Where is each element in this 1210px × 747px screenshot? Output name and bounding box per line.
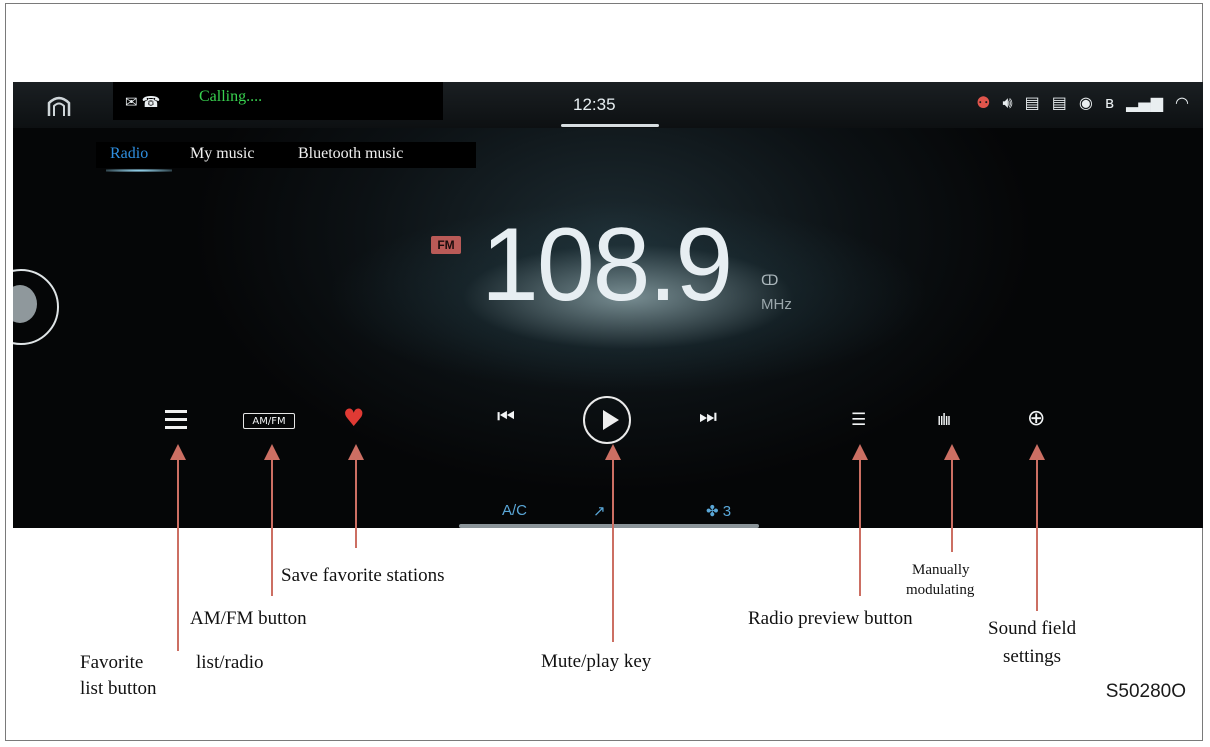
- fan-level: 3: [722, 503, 732, 520]
- usb-icon: ▤: [1051, 93, 1067, 112]
- bluetooth-icon: ʙ: [1104, 93, 1115, 112]
- arrow-play: [605, 444, 621, 642]
- band-badge: FM: [431, 236, 461, 254]
- arrow-save: [348, 444, 364, 548]
- label-radio-preview: Radio preview button: [748, 608, 913, 629]
- pull-down-handle[interactable]: [561, 124, 659, 127]
- ac-button[interactable]: A/C: [502, 502, 527, 519]
- amfm-button[interactable]: AM/FM: [243, 413, 295, 429]
- fan-speed[interactable]: ✤ 3: [706, 502, 731, 520]
- calling-status[interactable]: Calling....: [199, 88, 262, 106]
- signal-icon: ▂▄▆: [1126, 93, 1164, 112]
- arrow-manual: [944, 444, 960, 552]
- volume-icon: 🔊︎: [1002, 93, 1013, 112]
- previous-icon[interactable]: ⏮: [497, 404, 515, 428]
- tab-radio[interactable]: Radio: [110, 145, 148, 163]
- climate-bar[interactable]: [459, 524, 759, 528]
- arrow-preview: [852, 444, 868, 596]
- arrow-amfm: [264, 444, 280, 596]
- play-button[interactable]: [583, 396, 631, 444]
- label-sound-2: settings: [1003, 646, 1062, 667]
- side-widget-button[interactable]: [13, 269, 59, 345]
- next-icon[interactable]: ⏭: [699, 404, 717, 428]
- missed-call-icon[interactable]: ☎: [142, 93, 165, 111]
- frequency-unit: MHz: [761, 296, 792, 313]
- fan-icon: ✤: [706, 503, 719, 520]
- sound-field-icon[interactable]: ⊕: [1027, 406, 1045, 431]
- tab-bluetooth-music[interactable]: Bluetooth music: [298, 145, 403, 163]
- source-tabs: Radio My music Bluetooth music: [96, 142, 476, 168]
- person-icon: ⚉: [976, 93, 991, 112]
- figure-code: S50280O: [1105, 681, 1186, 702]
- arrow-sound: [1029, 444, 1045, 611]
- clock: 12:35: [573, 95, 616, 114]
- widget-avatar: [13, 285, 37, 323]
- home-icon[interactable]: [46, 92, 72, 118]
- usb-icon: ▤: [1024, 93, 1040, 112]
- arrow-favorite: [170, 444, 186, 651]
- radio-preview-icon[interactable]: ☰: [851, 410, 866, 430]
- mail-icon[interactable]: ✉: [125, 93, 142, 111]
- label-list-radio: list/radio: [196, 652, 264, 673]
- air-flow-icon[interactable]: ↗: [593, 502, 606, 520]
- label-manually-1: Manually: [912, 562, 970, 578]
- label-save-favorite: Save favorite stations: [281, 565, 445, 586]
- label-favorite-1: Favorite: [80, 652, 144, 673]
- favorite-list-button[interactable]: [165, 410, 187, 430]
- frequency-display: 108.9: [481, 207, 733, 323]
- label-amfm: AM/FM button: [190, 608, 307, 629]
- infotainment-screen: ✉☎ Calling.... 12:35 ⚉ 🔊︎ ▤ ▤ ◉ ʙ ▂▄▆ ◠ …: [13, 82, 1203, 528]
- label-sound-1: Sound field: [988, 618, 1077, 639]
- tab-my-music[interactable]: My music: [190, 145, 254, 163]
- stereo-icon: ↀ: [761, 273, 779, 289]
- label-mute-play: Mute/play key: [541, 651, 652, 672]
- label-manually-2: modulating: [906, 582, 975, 598]
- hotspot-icon: ◉: [1078, 93, 1093, 112]
- status-icons: ⚉ 🔊︎ ▤ ▤ ◉ ʙ ▂▄▆ ◠: [976, 93, 1189, 113]
- label-favorite-2: list button: [80, 678, 157, 699]
- notification-icons: ✉☎: [125, 93, 164, 111]
- wifi-icon: ◠: [1175, 93, 1189, 112]
- heart-icon[interactable]: ♥: [343, 404, 365, 432]
- active-tab-indicator: [106, 169, 172, 172]
- manual-tune-icon[interactable]: ıılıı: [937, 410, 951, 429]
